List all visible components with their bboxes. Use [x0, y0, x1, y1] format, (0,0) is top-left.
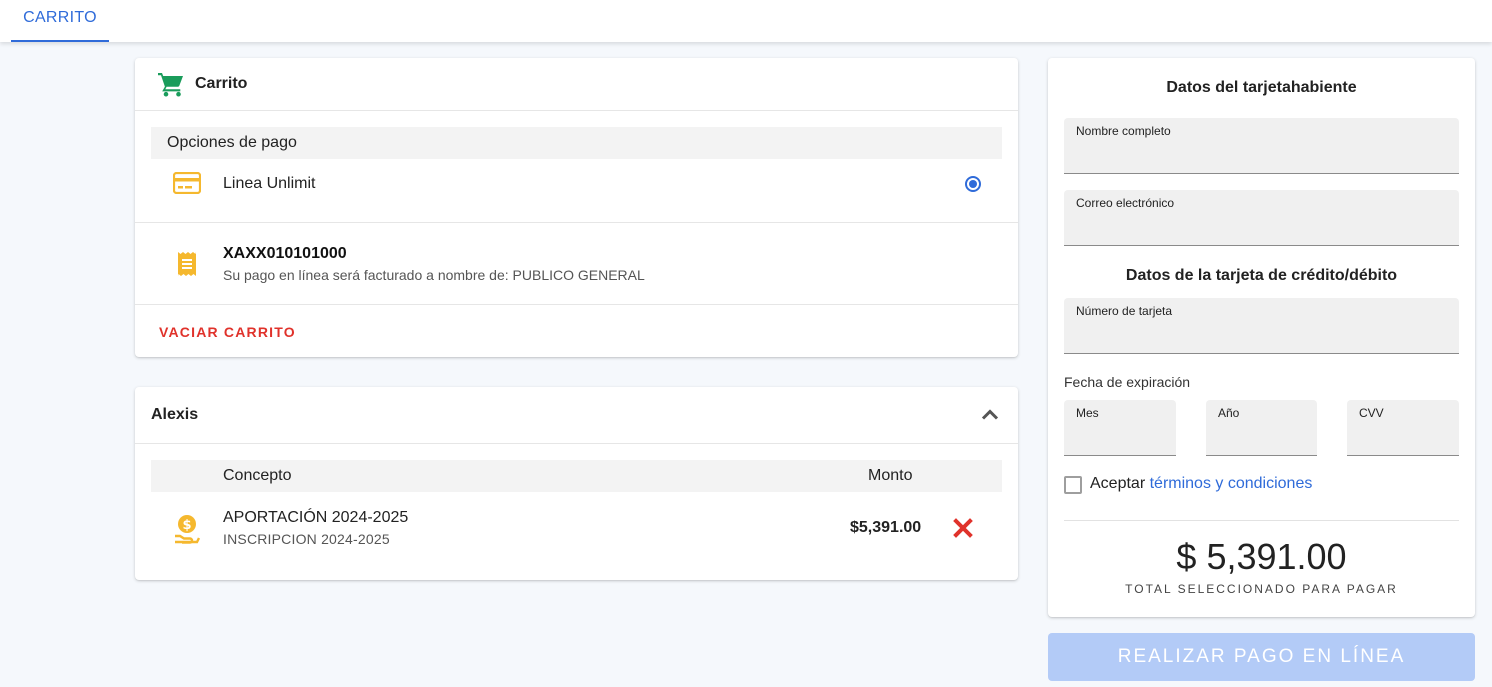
- top-tab-bar: CARRITO: [0, 0, 1492, 42]
- invoice-info: XAXX010101000 Su pago en línea será fact…: [135, 224, 1018, 305]
- tab-carrito[interactable]: CARRITO: [11, 0, 109, 42]
- credit-card-icon: [173, 172, 201, 194]
- cardholder-heading: Datos del tarjetahabiente: [1166, 79, 1357, 96]
- year-field[interactable]: Año: [1206, 400, 1317, 456]
- column-header-concept: Concepto: [223, 467, 292, 484]
- chevron-up-icon[interactable]: [981, 407, 999, 421]
- expiry-label: Fecha de expiración: [1064, 374, 1191, 390]
- card-number-label: Número de tarjeta: [1076, 304, 1173, 318]
- student-card: Alexis Concepto Monto $ APORTACIÓN 2024-…: [135, 387, 1018, 580]
- cart-card: Carrito Opciones de pago Linea Unlimit X…: [135, 58, 1018, 357]
- coin-hand-icon: $: [175, 515, 200, 544]
- table-row: $ APORTACIÓN 2024-2025 INSCRIPCION 2024-…: [135, 492, 1018, 580]
- receipt-icon: [178, 252, 196, 276]
- payment-option-linea-unlimit[interactable]: Linea Unlimit: [135, 159, 1018, 223]
- cvv-label: CVV: [1359, 406, 1384, 420]
- divider: [1064, 520, 1459, 521]
- cart-title: Carrito: [195, 75, 248, 92]
- cart-header: Carrito: [135, 58, 1018, 111]
- month-field[interactable]: Mes: [1064, 400, 1176, 456]
- email-label: Correo electrónico: [1076, 196, 1175, 210]
- student-header: Alexis: [135, 387, 1018, 444]
- card-number-field[interactable]: Número de tarjeta: [1064, 298, 1459, 354]
- year-label: Año: [1218, 406, 1240, 420]
- payment-option-radio[interactable]: [965, 176, 981, 192]
- item-amount: $5,391.00: [850, 519, 922, 536]
- close-icon[interactable]: [953, 518, 973, 538]
- payment-options-title: Opciones de pago: [167, 134, 297, 151]
- full-name-label: Nombre completo: [1076, 124, 1171, 138]
- terms-checkbox[interactable]: [1064, 476, 1082, 494]
- terms-text: Aceptar términos y condiciones: [1090, 475, 1312, 493]
- item-subtitle: INSCRIPCION 2024-2025: [223, 531, 390, 547]
- pay-online-button[interactable]: REALIZAR PAGO EN LÍNEA: [1048, 633, 1475, 681]
- total-caption: TOTAL SELECCIONADO PARA PAGAR: [1125, 582, 1398, 596]
- item-title: APORTACIÓN 2024-2025: [223, 509, 409, 526]
- invoice-note: Su pago en línea será facturado a nombre…: [223, 267, 645, 283]
- payment-option-label: Linea Unlimit: [223, 175, 316, 192]
- cvv-field[interactable]: CVV: [1347, 400, 1459, 456]
- card-data-heading: Datos de la tarjeta de crédito/débito: [1125, 267, 1398, 284]
- terms-link[interactable]: términos y condiciones: [1150, 475, 1313, 492]
- total-amount: $ 5,391.00: [1176, 536, 1347, 577]
- payment-options-header: Opciones de pago: [151, 127, 1002, 159]
- svg-text:$: $: [182, 518, 191, 533]
- concept-table-header: Concepto Monto: [151, 460, 1002, 492]
- student-name: Alexis: [151, 406, 199, 423]
- invoice-rfc: XAXX010101000: [223, 245, 347, 262]
- shopping-cart-icon: [158, 73, 183, 97]
- month-label: Mes: [1076, 406, 1099, 420]
- empty-cart-button[interactable]: VACIAR CARRITO: [159, 324, 296, 340]
- full-name-field[interactable]: Nombre completo: [1064, 118, 1459, 174]
- email-field[interactable]: Correo electrónico: [1064, 190, 1459, 246]
- payment-form-card: Datos del tarjetahabiente Nombre complet…: [1048, 58, 1475, 617]
- column-header-amount: Monto: [868, 467, 913, 484]
- accept-label: Aceptar: [1090, 475, 1146, 492]
